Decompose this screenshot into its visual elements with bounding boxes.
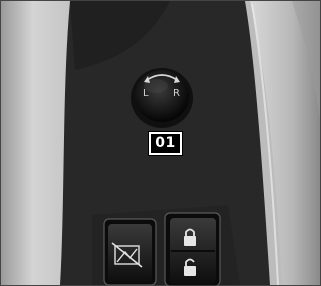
callout-badge: 01 [148,131,183,156]
knob-left-label: L [143,88,149,99]
callout-label: 01 [151,134,180,153]
window-lock-button[interactable] [103,218,157,286]
knob-right-label: R [173,88,180,99]
door-lock-switch[interactable] [164,212,221,286]
